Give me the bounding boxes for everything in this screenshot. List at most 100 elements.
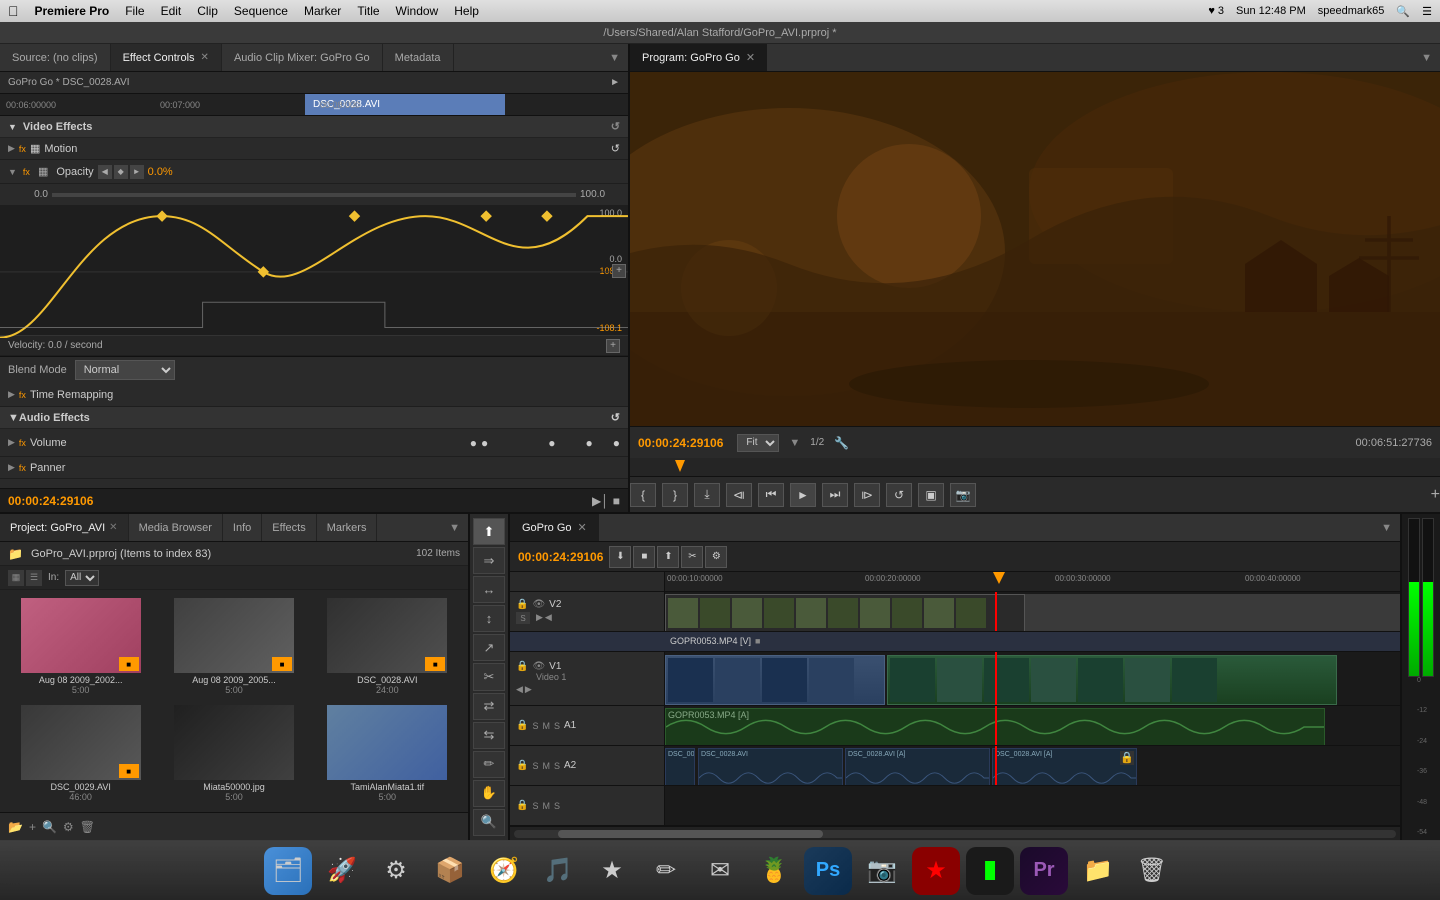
ec-tab-close[interactable]: ✕ <box>201 52 209 63</box>
dock-system-prefs[interactable]: ⚙ <box>372 847 420 895</box>
tool-hand-btn[interactable]: ✋ <box>473 780 505 807</box>
track-a3-lock[interactable]: 🔒 <box>516 800 528 811</box>
track-a2-lock[interactable]: 🔒 <box>516 760 528 771</box>
tool-ripple-btn[interactable]: ↔ <box>473 576 505 603</box>
dock-script-editor[interactable]: ✏ <box>642 847 690 895</box>
program-tab[interactable]: Program: GoPro Go ✕ <box>630 44 767 71</box>
timeline-scrollbar[interactable] <box>510 826 1400 840</box>
grid-view-btn[interactable]: ▦ <box>8 570 24 586</box>
tool-track-select-btn[interactable]: ⇒ <box>473 547 505 574</box>
opacity-value[interactable]: 0.0% <box>148 166 173 178</box>
prog-timecode-left[interactable]: 00:00:24:29106 <box>638 436 723 450</box>
prog-prev-frame-btn[interactable]: ⏮ <box>758 483 784 507</box>
track-a1-lock[interactable]: 🔒 <box>516 720 528 731</box>
fit-dropdown-icon[interactable]: ▼ <box>789 437 800 449</box>
vol-expand[interactable]: ▶ <box>8 437 15 448</box>
tool-razor-btn[interactable]: ✂ <box>473 663 505 690</box>
track-a2-mute[interactable]: M <box>542 761 550 771</box>
dock-photoshop[interactable]: Ps <box>804 847 852 895</box>
track-v2-nudge-bk[interactable]: ◀ <box>545 612 552 624</box>
prog-mark-out-btn[interactable]: } <box>662 483 688 507</box>
proj-item-2[interactable]: ■ DSC_0028.AVI 24:00 <box>311 594 464 701</box>
dock-redgiant[interactable]: ★ <box>912 847 960 895</box>
menu-marker[interactable]: Marker <box>304 4 341 18</box>
add-kf-btn[interactable]: + <box>612 264 626 278</box>
track-v2-lock[interactable]: 🔒 <box>516 599 528 610</box>
proj-tab-close[interactable]: ✕ <box>109 522 117 533</box>
wrench-icon[interactable]: 🔧 <box>834 436 849 450</box>
video-effects-header[interactable]: ▼ Video Effects ↺ <box>0 116 628 138</box>
proj-tab-effects[interactable]: Effects <box>262 514 316 541</box>
proj-new-bin-btn[interactable]: 📂 <box>8 820 23 834</box>
dock-safari[interactable]: 🧭 <box>480 847 528 895</box>
tl-insert-btn[interactable]: ⬇ <box>609 546 631 568</box>
prog-loop-btn[interactable]: ↺ <box>886 483 912 507</box>
prog-step-back-btn[interactable]: ⧏ <box>726 483 752 507</box>
list-icon[interactable]: ☰ <box>1422 5 1432 18</box>
menu-window[interactable]: Window <box>396 4 439 18</box>
dock-launchpad[interactable]: 🚀 <box>318 847 366 895</box>
track-a1-mute[interactable]: M <box>542 721 550 731</box>
dock-premiere[interactable]: Pr <box>1020 847 1068 895</box>
proj-item-4[interactable]: Miata50000.jpg 5:00 <box>157 701 310 808</box>
tl-timecode[interactable]: 00:00:24:29106 <box>518 550 603 564</box>
search-filter-select[interactable]: All <box>65 570 99 586</box>
ve-reset-btn[interactable]: ↺ <box>611 120 620 133</box>
ec-export-btn[interactable]: ■ <box>613 494 620 508</box>
kf-add-btn[interactable]: ◆ <box>114 165 128 179</box>
tab-source[interactable]: Source: (no clips) <box>0 44 111 71</box>
apple-menu[interactable]:  <box>8 3 19 19</box>
program-tab-close[interactable]: ✕ <box>746 51 755 64</box>
proj-delete-btn[interactable]: 🗑 <box>80 820 95 834</box>
opacity-slider[interactable] <box>52 193 576 197</box>
track-v1-lock[interactable]: 🔒 <box>516 661 528 672</box>
proj-panel-menu-btn[interactable]: ▼ <box>441 522 468 534</box>
track-v1-eye[interactable]: 👁 <box>532 661 545 672</box>
track-a2-solo[interactable]: S <box>554 761 560 771</box>
ec-play-to-btn[interactable]: ▶│ <box>592 494 609 508</box>
track-v2-sync-btn[interactable]: S <box>516 612 530 624</box>
menu-help[interactable]: Help <box>454 4 479 18</box>
blend-mode-select[interactable]: Normal <box>75 360 175 380</box>
proj-settings-btn[interactable]: ⚙ <box>63 820 74 834</box>
audio-effects-header[interactable]: ▼ Audio Effects ↺ <box>0 407 628 429</box>
menu-clip[interactable]: Clip <box>197 4 218 18</box>
tl-settings-btn[interactable]: ⚙ <box>705 546 727 568</box>
kf-next-btn[interactable]: ► <box>130 165 144 179</box>
proj-item-0[interactable]: ■ Aug 08 2009_2002... 5:00 <box>4 594 157 701</box>
track-a3-solo[interactable]: S <box>554 801 560 811</box>
tl-lift-btn[interactable]: ⬆ <box>657 546 679 568</box>
prog-ruler[interactable] <box>630 458 1440 476</box>
tool-zoom-btn[interactable]: 🔍 <box>473 809 505 836</box>
track-a3-mute[interactable]: M <box>542 801 550 811</box>
prog-export-frame-btn[interactable]: 📷 <box>950 483 976 507</box>
track-a1-content[interactable]: GOPR0053.MP4 [A] <box>665 706 1400 745</box>
dock-camera[interactable]: 📷 <box>858 847 906 895</box>
tab-effect-controls[interactable]: Effect Controls ✕ <box>111 44 222 71</box>
tl-tab-close[interactable]: ✕ <box>578 521 587 534</box>
list-view-btn[interactable]: ☰ <box>26 570 42 586</box>
dock-finder[interactable]: 🗂 <box>264 847 312 895</box>
prog-safe-margins-btn[interactable]: ▣ <box>918 483 944 507</box>
track-a3-sync[interactable]: S <box>532 801 538 811</box>
prog-mark-clip-btn[interactable]: ⤓ <box>694 483 720 507</box>
fit-select[interactable]: Fit <box>737 434 779 452</box>
track-v2-content[interactable] <box>665 592 1400 631</box>
dock-squash[interactable]: 🍍 <box>750 847 798 895</box>
pan-expand[interactable]: ▶ <box>8 462 15 473</box>
track-v2-eye[interactable]: 👁 <box>532 599 545 610</box>
tool-rolling-btn[interactable]: ↕ <box>473 605 505 632</box>
source-expand-btn[interactable]: ► <box>610 77 620 88</box>
tr-expand[interactable]: ▶ <box>8 389 15 400</box>
track-v1-expand[interactable]: ◀ <box>516 684 523 695</box>
proj-item-1[interactable]: ■ Aug 08 2009_2005... 5:00 <box>157 594 310 701</box>
proj-item-3[interactable]: ■ DSC_0029.AVI 46:00 <box>4 701 157 808</box>
track-a2-content[interactable]: DSC_002 DSC_0028.AVI DSC_0028.AVI [A] <box>665 746 1400 785</box>
vel-add-btn[interactable]: + <box>606 339 620 353</box>
menu-title[interactable]: Title <box>357 4 379 18</box>
proj-tab-info[interactable]: Info <box>223 514 262 541</box>
track-a3-content[interactable] <box>665 786 1400 825</box>
tool-select-btn[interactable]: ⬆ <box>473 518 505 545</box>
prog-mark-in-btn[interactable]: { <box>630 483 656 507</box>
dock-pages[interactable]: ★ <box>588 847 636 895</box>
